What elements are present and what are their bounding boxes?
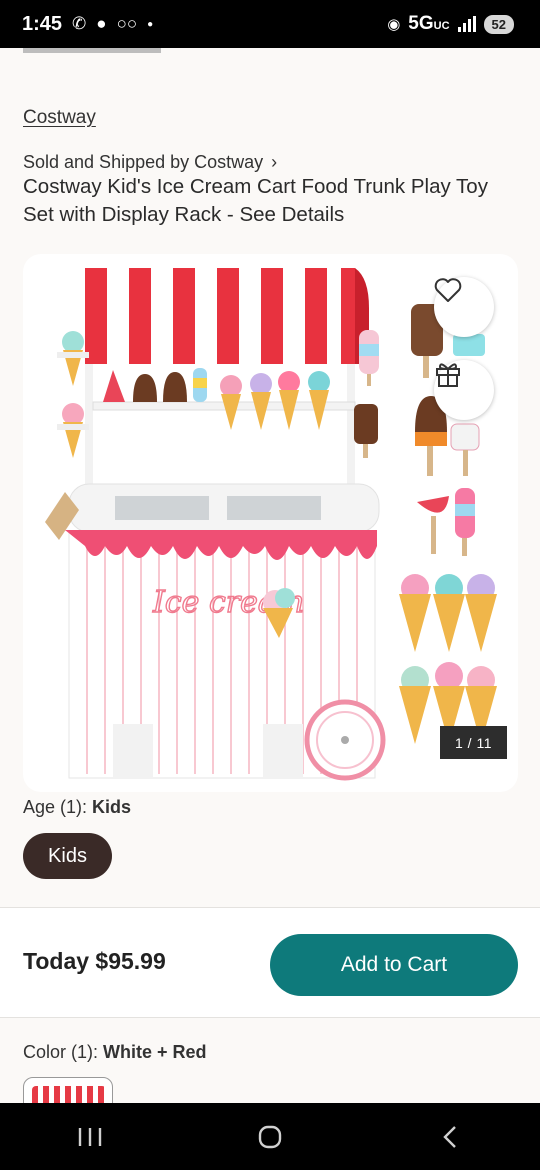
dot-icon: ● <box>147 18 154 30</box>
recent-apps-icon <box>78 1127 102 1146</box>
home-icon <box>258 1125 282 1148</box>
missed-call-icon: ✆ <box>72 14 87 33</box>
system-nav-bar <box>0 1103 540 1170</box>
home-button[interactable] <box>240 1107 300 1167</box>
recent-apps-button[interactable] <box>60 1107 120 1167</box>
color-label: Color (1): White + Red <box>23 1042 207 1063</box>
brand-link[interactable]: Costway <box>23 107 96 129</box>
chevron-right-icon: › <box>271 152 278 172</box>
age-label: Age (1): Kids <box>23 797 131 818</box>
favorite-button[interactable] <box>434 277 494 337</box>
hotspot-icon: ◉ <box>387 16 401 33</box>
image-counter: 1 / 11 <box>440 726 507 759</box>
color-selected-value: White + Red <box>103 1042 207 1062</box>
chat-bubble-icon: ● <box>96 14 107 33</box>
network-type: 5GUC <box>408 13 450 34</box>
shelf-treats <box>103 368 330 430</box>
canopy-awning <box>85 268 369 364</box>
age-chip-kids[interactable]: Kids <box>23 833 112 879</box>
product-image: Ice cream <box>45 268 497 781</box>
back-icon <box>443 1125 456 1148</box>
status-time: 1:45 <box>22 12 63 35</box>
signal-icon <box>457 16 476 32</box>
seller-link[interactable]: Sold and Shipped by Costway › <box>23 152 277 173</box>
age-selected-value: Kids <box>92 797 132 817</box>
battery-icon: 52 <box>483 14 514 34</box>
gift-button[interactable] <box>434 360 494 420</box>
status-bar: 1:45 ✆ ● ○○ ● ◉ 5GUC 52 <box>0 0 540 48</box>
price: Today $95.99 <box>23 948 166 974</box>
scroll-indicator <box>23 48 161 53</box>
product-title: Costway Kid's Ice Cream Cart Food Trunk … <box>23 175 488 226</box>
color-label-text: Color (1): <box>23 1042 99 1062</box>
buy-bar: Today $95.99 Add to Cart <box>0 907 540 1018</box>
voicemail-icon: ○○ <box>116 14 138 33</box>
add-to-cart-button[interactable]: Add to Cart <box>270 934 518 996</box>
age-label-text: Age (1): <box>23 797 88 817</box>
gift-icon <box>436 363 460 387</box>
heart-icon <box>434 278 462 302</box>
back-button[interactable] <box>420 1107 480 1167</box>
seller-label: Sold and Shipped by Costway <box>23 152 264 172</box>
product-image-carousel[interactable]: Ice cream 1 / 11 <box>23 254 518 792</box>
